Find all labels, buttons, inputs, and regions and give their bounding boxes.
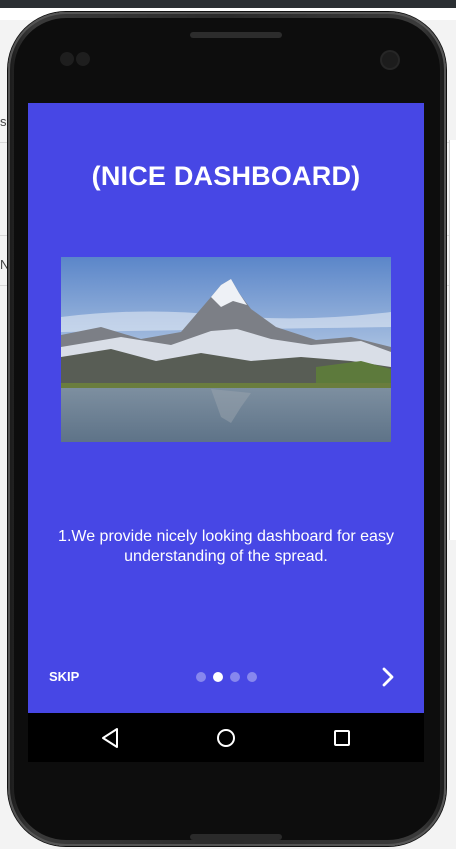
device-bottom-speaker [190, 834, 282, 840]
page-dot[interactable] [247, 672, 257, 682]
page-dot[interactable] [230, 672, 240, 682]
slide-description: 1.We provide nicely looking dashboard fo… [58, 528, 394, 565]
device-screen: (NICE DASHBOARD) 1.We provide nicely loo… [28, 103, 424, 762]
device-sensor [60, 52, 74, 66]
recents-square-icon[interactable] [329, 725, 355, 751]
device-sensor [76, 52, 90, 66]
page-dot[interactable] [196, 672, 206, 682]
onboarding-slide[interactable]: (NICE DASHBOARD) 1.We provide nicely loo… [28, 103, 424, 713]
host-scrollbar[interactable] [449, 140, 456, 540]
host-window-topbar [0, 0, 456, 8]
system-navigation-bar [28, 713, 424, 762]
slide-title: (NICE DASHBOARD) [91, 161, 361, 191]
device-top-speaker [190, 32, 282, 38]
home-circle-icon[interactable] [213, 725, 239, 751]
page-dot-active[interactable] [213, 672, 223, 682]
host-text-fragment: s [0, 114, 7, 129]
mountain-lake-photo [61, 257, 391, 442]
front-camera [382, 52, 398, 68]
chevron-right-icon[interactable] [376, 665, 400, 689]
skip-button[interactable]: SKIP [49, 669, 79, 684]
page-indicator [196, 672, 257, 682]
back-triangle-icon[interactable] [98, 725, 124, 751]
